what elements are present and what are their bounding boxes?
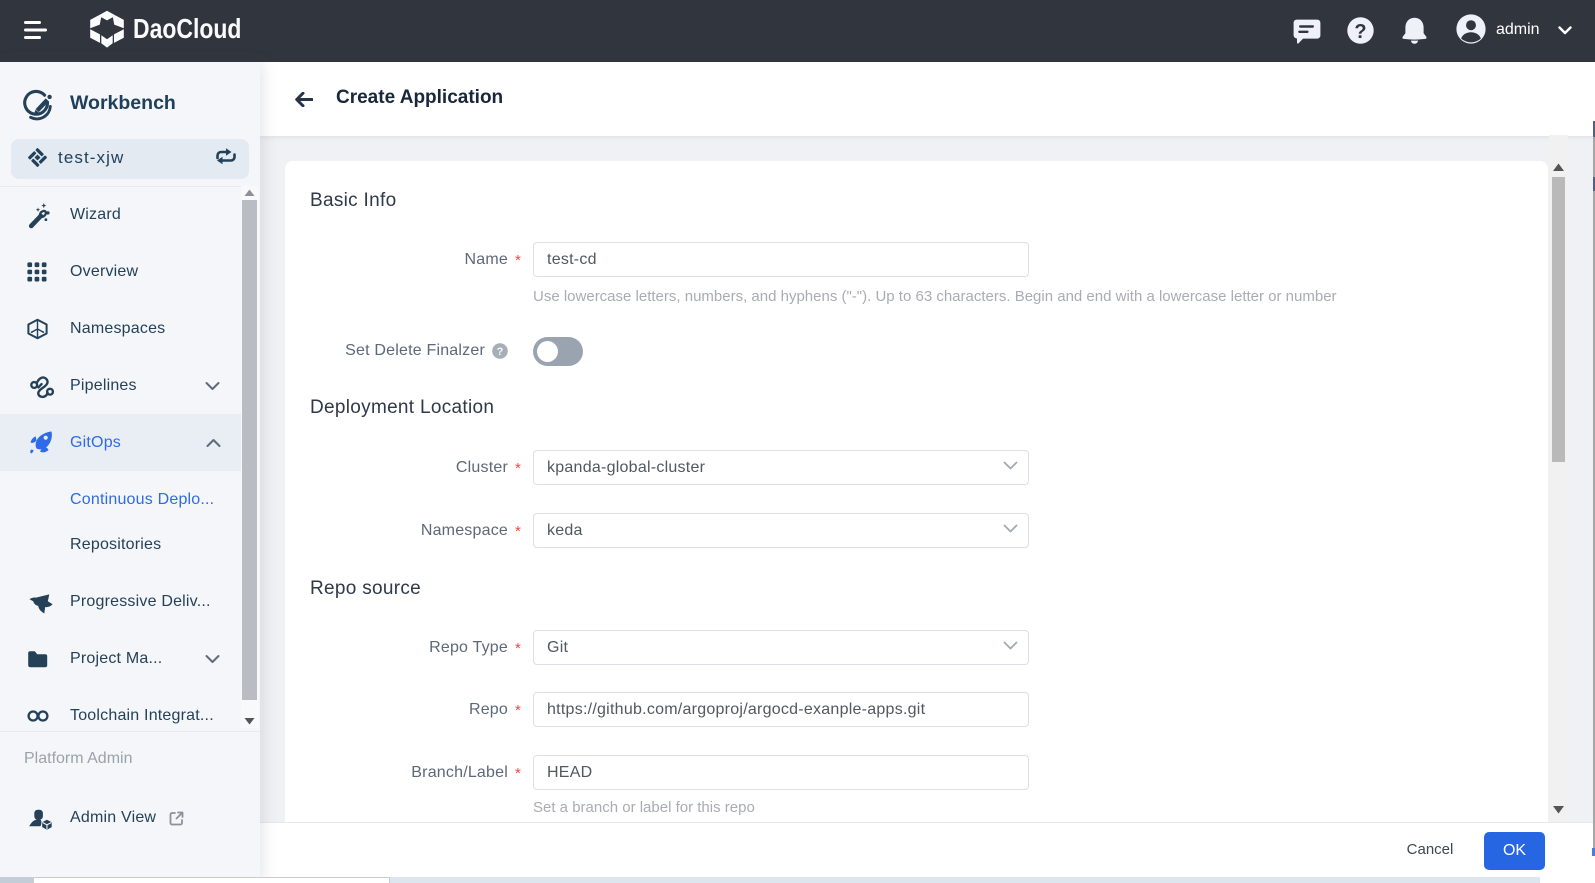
svg-text:?: ?	[497, 346, 504, 358]
svg-text:?: ?	[1354, 21, 1366, 43]
